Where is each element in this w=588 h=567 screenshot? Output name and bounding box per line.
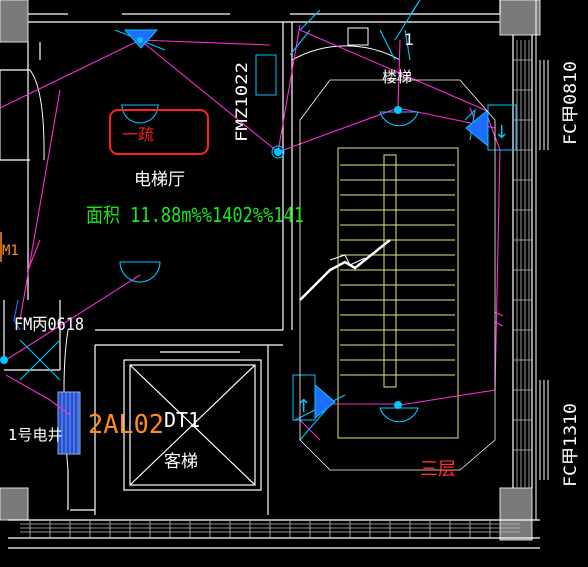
arrow-up-glyph: ↑ <box>296 396 311 417</box>
door-fm-small-label: FM丙0618 <box>14 315 84 335</box>
shaft-label: 1号电井 <box>8 426 63 444</box>
cad-drawing: 一疏 电梯厅 面积 11.88m%%1402%%141 楼梯 1 FMZ1022… <box>0 0 588 567</box>
elevator-code: DT1 <box>164 408 200 432</box>
ceiling-lights <box>119 104 419 423</box>
column <box>0 487 29 521</box>
walls <box>0 0 540 549</box>
elevator-hall-label: 电梯厅 <box>134 170 185 190</box>
equipment-code: 2AL02 <box>88 410 164 440</box>
column <box>499 0 541 36</box>
stair-number: 1 <box>404 30 414 49</box>
marker-box-label: 一疏 <box>122 125 154 144</box>
m1-label: M1 <box>2 243 19 259</box>
window-label-bottom: FC甲1310 <box>561 403 581 487</box>
staircase <box>337 147 459 439</box>
stairs-label: 楼梯 <box>382 68 412 86</box>
floor-label: 三层 <box>420 459 456 480</box>
floor-plan: 一疏 电梯厅 面积 11.88m%%1402%%141 楼梯 1 FMZ1022… <box>0 0 581 549</box>
arrow-down-glyph: ↓ <box>494 122 509 143</box>
door-fm-label: FMZ1022 <box>232 62 251 142</box>
electrical-panel <box>57 391 81 455</box>
window-label-top: FC甲0810 <box>561 61 581 145</box>
column <box>0 0 29 43</box>
area-label: 面积 11.88m%%1402%%141 <box>86 203 304 227</box>
fm-door-label-box <box>255 54 277 96</box>
exit-lamp-stair <box>314 383 336 420</box>
window-lines <box>535 0 549 520</box>
elevator-type: 客梯 <box>164 452 198 472</box>
stair-zone-outline <box>299 79 496 471</box>
